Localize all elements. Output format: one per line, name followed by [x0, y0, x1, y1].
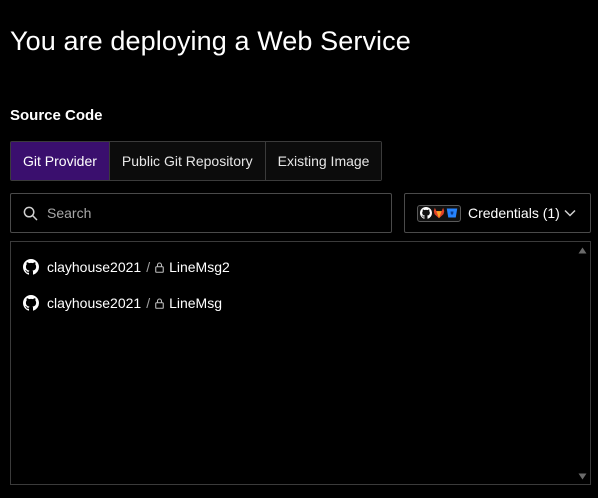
list-item[interactable]: clayhouse2021 / LineMsg — [23, 295, 222, 311]
repo-owner: clayhouse2021 — [47, 259, 142, 275]
search-box — [10, 193, 392, 233]
triangle-down-icon — [578, 473, 586, 479]
page-title: You are deploying a Web Service — [10, 26, 411, 56]
repo-separator: / — [146, 295, 151, 311]
repo-owner: clayhouse2021 — [47, 295, 142, 311]
tab-public-git-repository[interactable]: Public Git Repository — [109, 142, 266, 180]
tab-git-provider[interactable]: Git Provider — [11, 142, 110, 180]
repository-list[interactable]: clayhouse2021 / LineMsg2 clayhouse2021 /… — [10, 241, 591, 485]
chevron-down-icon — [564, 209, 576, 217]
search-icon — [23, 206, 38, 220]
scroll-up-arrow[interactable] — [577, 245, 587, 255]
github-icon — [420, 207, 432, 219]
credentials-dropdown[interactable]: Credentials (1) — [404, 193, 591, 233]
github-icon — [23, 295, 39, 311]
tab-existing-image[interactable]: Existing Image — [265, 142, 382, 180]
scroll-down-arrow[interactable] — [577, 471, 587, 481]
search-input[interactable] — [47, 205, 367, 221]
triangle-up-icon — [578, 247, 586, 253]
list-item[interactable]: clayhouse2021 / LineMsg2 — [23, 259, 230, 275]
lock-icon — [155, 297, 164, 309]
lock-icon — [155, 261, 164, 273]
repo-name: LineMsg2 — [169, 259, 230, 275]
github-icon — [23, 259, 39, 275]
section-label-source-code: Source Code — [10, 107, 103, 124]
repo-separator: / — [146, 259, 151, 275]
credentials-label: Credentials (1) — [468, 205, 560, 221]
gitlab-icon — [433, 207, 445, 219]
repo-name: LineMsg — [169, 295, 222, 311]
bitbucket-icon — [446, 208, 458, 218]
source-tabs: Git Provider Public Git Repository Exist… — [10, 141, 383, 181]
provider-icons — [417, 204, 461, 222]
